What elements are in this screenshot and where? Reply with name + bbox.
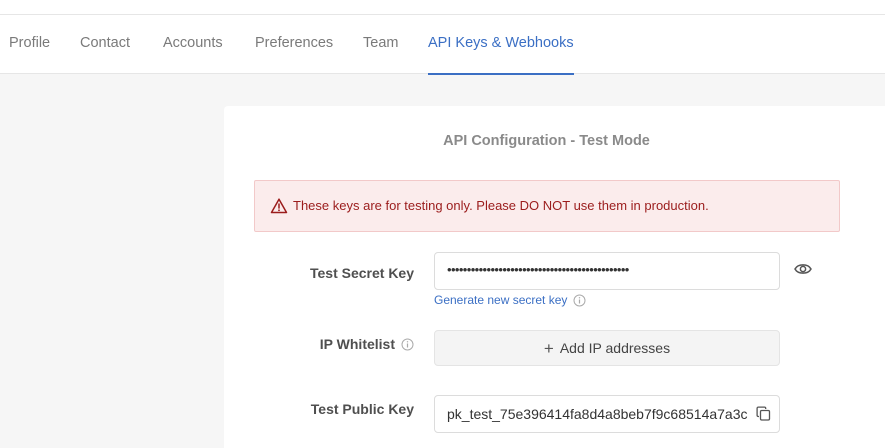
public-key-field[interactable]: pk_test_75e396414fa8d4a8beb7f9c68514a7a3…	[434, 395, 780, 433]
generate-secret-key-link[interactable]: Generate new secret key	[434, 293, 586, 307]
copy-icon[interactable]	[756, 406, 771, 421]
info-icon	[401, 338, 414, 350]
tab-accounts[interactable]: Accounts	[163, 15, 223, 74]
public-key-label-text: Test Public Key	[310, 401, 414, 417]
generate-secret-key-text[interactable]: Generate new secret key	[434, 293, 567, 307]
tab-api-keys-webhooks[interactable]: API Keys & Webhooks	[428, 15, 574, 75]
test-mode-alert: These keys are for testing only. Please …	[254, 180, 840, 232]
tab-profile[interactable]: Profile	[9, 15, 50, 74]
public-key-label: Test Public Key	[311, 401, 414, 417]
tab-team[interactable]: Team	[363, 15, 398, 74]
alert-text: These keys are for testing only. Please …	[293, 198, 709, 213]
eye-icon[interactable]	[794, 262, 812, 276]
tab-bar: Profile Contact Accounts Preferences Tea…	[0, 15, 885, 75]
tab-contact[interactable]: Contact	[80, 15, 130, 74]
plus-icon: +	[543, 338, 554, 358]
secret-key-field[interactable]: ••••••••••••••••••••••••••••••••••••••••…	[434, 252, 780, 290]
secret-key-label: Test Secret Key	[310, 265, 414, 281]
add-ip-addresses-label: Add IP addresses	[559, 340, 671, 356]
api-configuration-card: API Configuration - Test Mode These keys…	[224, 106, 885, 448]
tab-preferences[interactable]: Preferences	[255, 15, 333, 74]
top-strip	[0, 0, 885, 15]
add-ip-addresses-button[interactable]: + Add IP addresses	[434, 330, 780, 366]
secret-key-label-text: Test Secret Key	[309, 265, 414, 281]
ip-whitelist-label-text: IP Whitelist	[319, 336, 395, 352]
info-icon	[573, 294, 586, 306]
ip-whitelist-label: IP Whitelist	[320, 336, 414, 352]
card-title: API Configuration - Test Mode	[443, 133, 650, 149]
warning-triangle-icon	[270, 198, 288, 214]
